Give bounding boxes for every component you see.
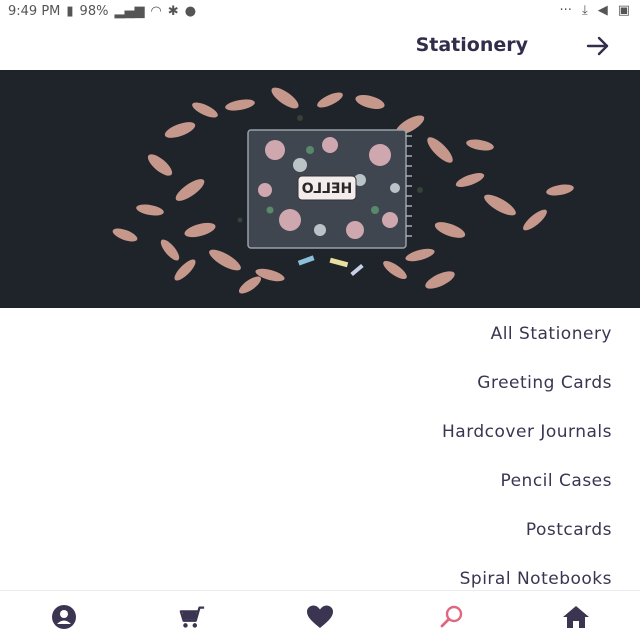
status-right: ··· ⤓ ◀ ▣ bbox=[560, 2, 630, 20]
status-left: 9:49 PM ▮ 98% ▂▄▆ ◠ ✱ ● bbox=[8, 3, 196, 21]
notebook-illustration: HELLO bbox=[0, 70, 640, 308]
category-item-all-stationery[interactable]: All Stationery bbox=[491, 324, 612, 344]
status-bar: 9:49 PM ▮ 98% ▂▄▆ ◠ ✱ ● ··· ⤓ ◀ ▣ bbox=[0, 0, 640, 24]
back-button[interactable] bbox=[584, 32, 612, 60]
battery-text: 98% bbox=[79, 4, 109, 19]
location-icon: ● bbox=[184, 4, 197, 19]
signal-icon: ▂▄▆ bbox=[114, 4, 145, 19]
arrow-right-icon bbox=[586, 36, 609, 56]
send-icon: ◀ bbox=[597, 3, 608, 18]
category-item-hardcover-journals[interactable]: Hardcover Journals bbox=[442, 422, 612, 442]
notebook-label: HELLO bbox=[302, 181, 353, 197]
battery-icon: ▮ bbox=[66, 4, 74, 19]
nav-account-button[interactable] bbox=[50, 603, 78, 631]
nav-cart-button[interactable] bbox=[178, 603, 206, 631]
search-icon bbox=[440, 605, 463, 628]
hero-image: HELLO bbox=[0, 70, 640, 308]
cart-icon bbox=[179, 606, 205, 628]
category-item-postcards[interactable]: Postcards bbox=[526, 520, 612, 540]
bottom-navigation bbox=[0, 590, 640, 641]
page-title: Stationery bbox=[415, 34, 528, 56]
download-icon: ⤓ bbox=[581, 3, 588, 18]
clock-text: 9:49 PM bbox=[8, 4, 61, 19]
nav-search-button[interactable] bbox=[438, 603, 466, 631]
category-item-pencil-cases[interactable]: Pencil Cases bbox=[500, 471, 612, 491]
category-list: All Stationery Greeting Cards Hardcover … bbox=[0, 308, 640, 590]
home-icon bbox=[563, 606, 589, 628]
nav-favorites-button[interactable] bbox=[306, 603, 334, 631]
account-icon bbox=[52, 605, 76, 629]
heart-icon bbox=[307, 605, 333, 628]
more-icon: ··· bbox=[559, 3, 572, 18]
wifi-icon: ◠ bbox=[150, 4, 162, 19]
bluetooth-icon: ✱ bbox=[167, 4, 179, 19]
nav-home-button[interactable] bbox=[562, 603, 590, 631]
category-item-greeting-cards[interactable]: Greeting Cards bbox=[477, 373, 612, 393]
app-header: Stationery bbox=[0, 24, 640, 70]
image-icon: ▣ bbox=[617, 3, 630, 18]
category-item-spiral-notebooks[interactable]: Spiral Notebooks bbox=[460, 569, 612, 589]
